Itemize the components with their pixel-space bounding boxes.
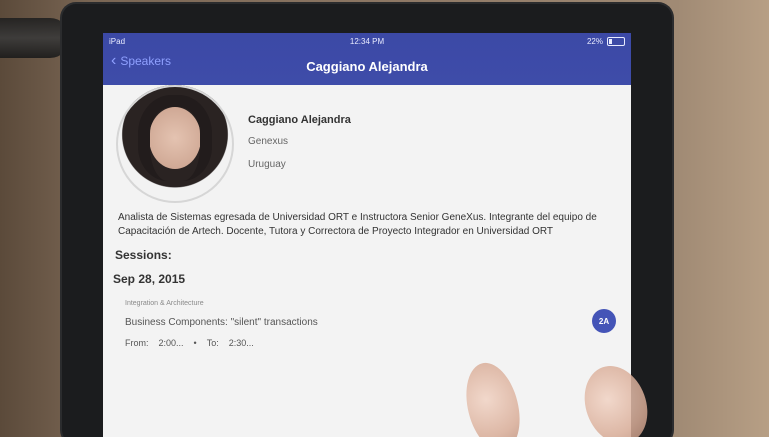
to-time: 2:30...: [228, 338, 254, 348]
speaker-avatar: [116, 85, 234, 203]
time-separator-dot: •: [193, 338, 197, 348]
from-label: From:: [125, 338, 149, 348]
speaker-details: Caggiano Alejandra Genexus Uruguay Anali…: [103, 85, 631, 437]
battery-icon: [607, 37, 625, 46]
session-title: Business Components: "silent" transactio…: [125, 317, 318, 328]
session-time-row: From: 2:00... • To: 2:30...: [125, 338, 254, 348]
status-time: 12:34 PM: [349, 37, 385, 46]
session-date: Sep 28, 2015: [113, 272, 186, 286]
speaker-name: Caggiano Alejandra: [248, 114, 351, 126]
desk-cable: [0, 18, 70, 58]
speaker-company: Genexus: [248, 136, 289, 147]
ipad-screen: iPad 12:34 PM 22% ‹ Speakers Caggiano Al…: [103, 33, 631, 437]
bio-line: Capacitación de Artech. Docente, Tutora …: [118, 226, 554, 237]
bio-line: Analista de Sistemas egresada de Univers…: [118, 212, 597, 223]
page-title: Caggiano Alejandra: [306, 59, 428, 74]
session-item[interactable]: Integration & Architecture Business Comp…: [103, 293, 631, 357]
session-track: Integration & Architecture: [125, 300, 204, 307]
room-badge[interactable]: 2A: [592, 309, 616, 333]
to-label: To:: [206, 338, 219, 348]
status-battery-area: 22%: [587, 37, 625, 46]
navigation-bar: iPad 12:34 PM 22% ‹ Speakers Caggiano Al…: [103, 33, 631, 85]
sessions-heading: Sessions:: [115, 248, 172, 262]
battery-percent: 22%: [586, 37, 603, 46]
speaker-bio: Analista de Sistemas egresada de Univers…: [118, 211, 618, 239]
from-time: 2:00...: [158, 338, 184, 348]
speaker-country: Uruguay: [248, 159, 286, 170]
